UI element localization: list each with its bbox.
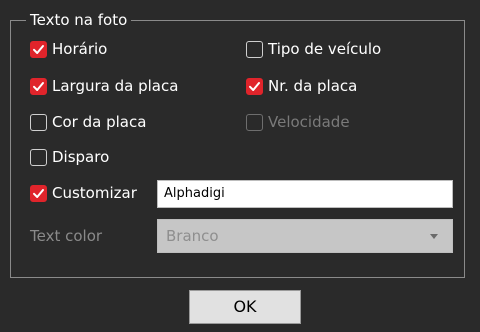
chevron-down-icon [430, 234, 438, 239]
checkbox-unchecked-icon[interactable] [246, 40, 263, 58]
checkbox-label: Horário [52, 40, 108, 58]
checkbox-horario[interactable]: Horário [30, 38, 107, 60]
checkbox-nr-placa[interactable]: Nr. da placa [246, 75, 357, 97]
checkbox-label: Velocidade [268, 113, 350, 131]
checkbox-customizar[interactable]: Customizar [30, 182, 137, 204]
checkbox-checked-icon[interactable] [246, 77, 263, 95]
checkbox-label: Tipo de veículo [268, 40, 382, 58]
checkbox-disabled-icon [246, 113, 263, 131]
text-on-photo-dialog: Texto na foto Horário Tipo de veículo La… [0, 0, 480, 332]
checkbox-largura-placa[interactable]: Largura da placa [30, 75, 178, 97]
checkbox-disparo[interactable]: Disparo [30, 146, 109, 168]
text-color-selected-value: Branco [166, 227, 219, 245]
checkbox-unchecked-icon[interactable] [30, 148, 47, 166]
checkbox-label: Cor da placa [52, 113, 147, 131]
checkbox-label: Nr. da placa [268, 77, 358, 95]
custom-text-input[interactable]: Alphadigi [157, 180, 453, 208]
checkbox-checked-icon[interactable] [30, 184, 47, 202]
checkbox-cor-placa[interactable]: Cor da placa [30, 111, 146, 133]
checkbox-checked-icon[interactable] [30, 77, 47, 95]
text-color-label: Text color [30, 227, 103, 245]
checkbox-label: Disparo [52, 148, 110, 166]
ok-button[interactable]: OK [189, 290, 301, 324]
checkbox-checked-icon[interactable] [30, 40, 47, 58]
checkbox-label: Customizar [52, 184, 137, 202]
checkbox-unchecked-icon[interactable] [30, 113, 47, 131]
checkbox-velocidade: Velocidade [246, 111, 350, 133]
group-title: Texto na foto [26, 11, 132, 29]
text-color-select: Branco [157, 219, 453, 253]
checkbox-tipo-veiculo[interactable]: Tipo de veículo [246, 38, 381, 60]
checkbox-label: Largura da placa [52, 77, 179, 95]
